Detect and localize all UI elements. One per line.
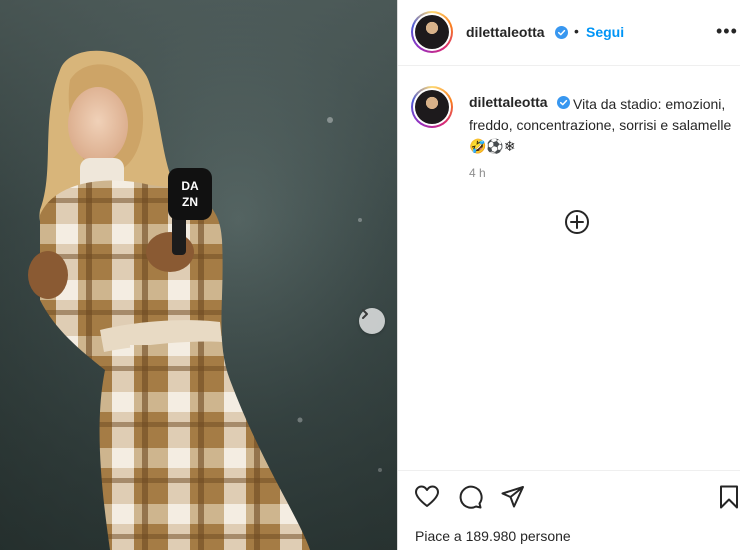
header-separator: •: [574, 23, 579, 39]
post-time[interactable]: 4 h: [469, 166, 486, 180]
plus-circle-icon[interactable]: [564, 209, 590, 235]
post-side-panel: dilettaleotta • Segui ••• Vita da stadio…: [398, 0, 740, 550]
heart-icon[interactable]: [414, 484, 440, 510]
next-photo-button[interactable]: [359, 308, 385, 334]
post-header: dilettaleotta • Segui •••: [398, 0, 740, 66]
likes-count[interactable]: Piace a 189.980 persone: [415, 528, 571, 544]
post-photo: DA ZN: [28, 50, 382, 550]
right-glove: [146, 232, 194, 272]
author-avatar[interactable]: [411, 11, 453, 53]
author-username[interactable]: dilettaleotta: [466, 24, 545, 40]
action-bar: Piace a 189.980 persone: [398, 470, 740, 550]
verified-badge-icon: [555, 26, 568, 39]
caption-avatar[interactable]: [411, 86, 453, 128]
paper-plane-icon[interactable]: [500, 484, 526, 510]
left-glove: [28, 251, 68, 299]
verified-badge-icon: [557, 96, 570, 109]
caption-username[interactable]: dilettaleotta: [469, 94, 548, 110]
caption-emojis: 🤣⚽❄: [469, 138, 516, 154]
bookmark-icon[interactable]: [716, 484, 740, 510]
comment-icon[interactable]: [457, 484, 483, 510]
follow-button[interactable]: Segui: [586, 24, 624, 40]
microphone-handle: [172, 215, 186, 255]
post-media[interactable]: DA ZN: [0, 0, 397, 550]
microphone-logo-line2: ZN: [182, 195, 198, 209]
face: [68, 87, 128, 163]
microphone-logo-line1: DA: [181, 179, 199, 193]
microphone-flag: [168, 168, 212, 220]
chevron-right-icon: [362, 309, 368, 319]
more-options-icon[interactable]: •••: [716, 22, 738, 40]
